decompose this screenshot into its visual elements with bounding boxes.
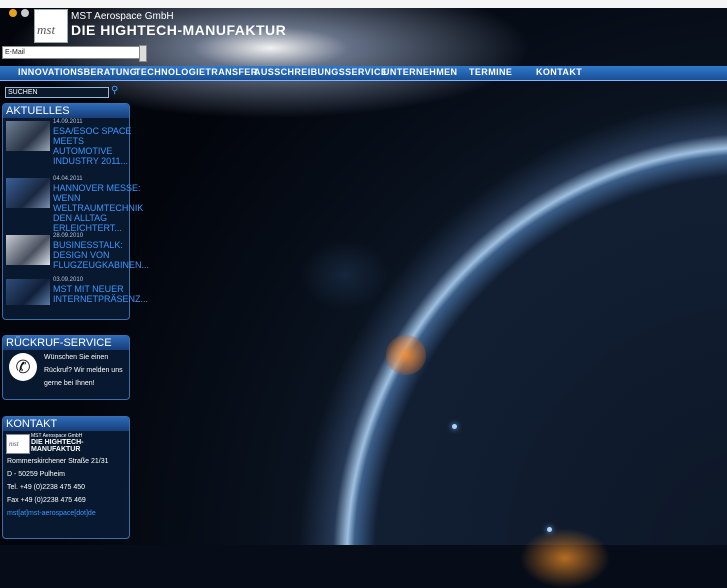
nav-item-technologietransfer[interactable]: TECHNOLOGIETRANSFER — [135, 67, 258, 77]
main-navigation: INNOVATIONSBERATUNG TECHNOLOGIETRANSFER … — [0, 66, 727, 81]
contact-panel: KONTAKT mst MST Aerospace GmbH DIE HIGHT… — [2, 416, 130, 539]
lens-flare — [386, 335, 426, 375]
news-thumbnail[interactable] — [6, 178, 50, 208]
news-title[interactable]: ESA/ESOC SPACE MEETS AUTOMOTIVE INDUSTRY… — [53, 126, 145, 166]
nav-item-innovationsberatung[interactable]: INNOVATIONSBERATUNG — [18, 67, 137, 77]
news-title[interactable]: MST MIT NEUER INTERNETPRÄSENZ... — [53, 284, 148, 304]
contact-street: Rommerskirchener Straße 21/31 — [7, 458, 109, 465]
nav-item-ausschreibungsservice[interactable]: AUSSCHREIBUNGSSERVICE — [254, 67, 387, 77]
logo-text: mst — [37, 22, 56, 37]
contact-city: D - 50259 Pulheim — [7, 471, 65, 478]
contact-panel-title: KONTAKT — [3, 417, 129, 431]
email-submit-button[interactable] — [139, 45, 147, 62]
news-panel-title: AKTUELLES — [3, 104, 129, 118]
contact-fax: Fax +49 (0)2238 475 469 — [7, 497, 86, 504]
news-date: 14.09.2011 — [53, 119, 83, 125]
email-input[interactable]: E-Mail — [2, 46, 140, 59]
callback-panel: RÜCKRUF-SERVICE ✆ Wünschen Sie einen Rüc… — [2, 335, 130, 400]
search-input[interactable]: SUCHEN — [5, 87, 109, 98]
news-title[interactable]: BUSINESSTALK: DESIGN VON FLUGZEUGKABINEN… — [53, 240, 149, 270]
star-sparkle — [452, 424, 457, 429]
news-date: 28.09.2010 — [53, 233, 84, 239]
news-thumbnail[interactable] — [6, 235, 50, 265]
company-logo[interactable]: mst — [34, 9, 68, 43]
news-title[interactable]: HANNOVER MESSE: WENN WELTRAUMTECHNIK DEN… — [53, 183, 145, 233]
callback-panel-title: RÜCKRUF-SERVICE — [3, 336, 129, 350]
nav-item-unternehmen[interactable]: UNTERNEHMEN — [383, 67, 457, 77]
home-icon[interactable] — [9, 9, 17, 17]
callback-text[interactable]: Wünschen Sie einen Rückruf? Wir melden u… — [44, 351, 128, 390]
brand-name: MST Aerospace GmbH — [71, 11, 174, 22]
news-panel: AKTUELLES 14.09.2011 ESA/ESOC SPACE MEET… — [2, 103, 149, 320]
news-thumbnail[interactable] — [6, 279, 50, 305]
news-date: 04.04.2011 — [53, 176, 83, 182]
contact-phone: Tel. +49 (0)2238 475 450 — [7, 484, 86, 491]
search-icon[interactable]: ⚲ — [111, 86, 121, 96]
brand-slogan: DIE HIGHTECH-MANUFAKTUR — [71, 22, 287, 38]
browser-top-strip — [0, 0, 727, 8]
news-date: 03.09.2010 — [53, 277, 84, 283]
lens-flare-bottom — [520, 528, 610, 588]
contact-logo-text: mst — [9, 440, 19, 448]
contact-brand-slogan: DIE HIGHTECH-MANUFAKTUR — [31, 439, 84, 453]
contact-email-link[interactable]: mst[at]mst-aerospace[dot]de — [7, 510, 96, 517]
header-mini-icons — [9, 9, 29, 17]
star-sparkle — [547, 527, 552, 532]
nav-item-kontakt[interactable]: KONTAKT — [536, 67, 582, 77]
phone-icon[interactable]: ✆ — [9, 353, 37, 381]
lens-glow — [300, 240, 390, 310]
contact-logo: mst — [6, 434, 30, 454]
sitemap-icon[interactable] — [21, 9, 29, 17]
news-thumbnail[interactable] — [6, 121, 50, 151]
nav-item-termine[interactable]: TERMINE — [469, 67, 512, 77]
